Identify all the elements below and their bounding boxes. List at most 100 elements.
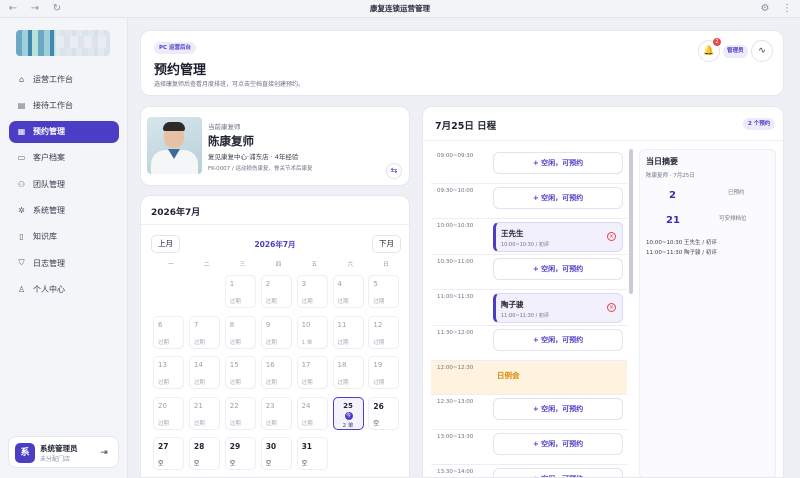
calendar-day[interactable]: 6 过期: [153, 315, 184, 349]
therapist-name: 陈康复师: [208, 134, 254, 148]
day-status: 过期: [265, 299, 277, 305]
sidebar-item-label: 知识库: [33, 232, 57, 242]
month-calendar: 2026年7月 上月 2026年7月 下月 一二三四五六日 1 过期 2 过期 3 过期 4…: [140, 195, 410, 478]
calendar-day[interactable]: 17 过期: [296, 356, 328, 389]
cancel-appointment-icon[interactable]: ×: [607, 303, 616, 312]
next-month-button[interactable]: 下月: [372, 235, 401, 253]
sidebar-item[interactable]: ▯ 知识库: [9, 226, 119, 248]
sidebar-item[interactable]: ⛉ 日志管理: [9, 252, 119, 274]
time-slot: 11:00~11:30 陶子骏 11:00~11:30 / 初评 ×: [431, 290, 627, 326]
calendar-day[interactable]: 16 过期: [260, 356, 292, 389]
day-status: 过期: [337, 339, 349, 346]
appointment-card[interactable]: 陶子骏 11:00~11:30 / 初评 ×: [493, 293, 623, 323]
therapist-photo: [147, 117, 202, 174]
calendar-day[interactable]: 18 过期: [332, 356, 364, 389]
calendar-day[interactable]: 9 过期: [260, 315, 292, 349]
slot-time: 11:00~11:30: [437, 294, 474, 300]
window-title: 康复连锁运营管理: [370, 4, 430, 13]
sidebar-item[interactable]: ▭ 客户档案: [9, 147, 119, 169]
calendar-day[interactable]: 13 过期: [153, 356, 184, 389]
calendar-day[interactable]: 8 过期: [224, 315, 256, 349]
day-number: 6: [158, 320, 163, 329]
book-slot-button[interactable]: + 空闲，可预约: [493, 152, 623, 174]
booked-label: 已预约: [728, 190, 745, 196]
sidebar-item[interactable]: ⌂ 运营工作台: [9, 68, 119, 90]
sidebar-item[interactable]: ✲ 系统管理: [9, 199, 119, 221]
appointment-card[interactable]: 王先生 10:00~10:30 / 初评 ×: [493, 222, 623, 252]
book-slot-button[interactable]: + 空闲，可预约: [493, 398, 623, 420]
role-badge[interactable]: 管理员: [723, 45, 748, 58]
calendar-day[interactable]: 5 过期: [368, 275, 400, 308]
book-slot-button[interactable]: + 空闲，可预约: [493, 258, 623, 280]
day-status: 过期: [158, 339, 170, 346]
settings-gear-icon[interactable]: ⚙: [758, 2, 772, 16]
calendar-day[interactable]: 12 过期: [368, 315, 400, 349]
logout-icon[interactable]: ⇥: [96, 445, 112, 461]
book-slot-button[interactable]: + 空闲，可预约: [493, 329, 623, 351]
calendar-day[interactable]: 2 过期: [260, 275, 292, 308]
schedule-title: 7月25日 日程: [435, 121, 497, 132]
slot-time: 12:30~13:00: [437, 399, 474, 405]
day-number: 9: [265, 320, 271, 329]
sidebar-item[interactable]: ▦ 预约管理: [9, 120, 119, 143]
user-name: 系统管理员: [40, 444, 78, 453]
more-menu-icon[interactable]: ⋮: [780, 2, 794, 16]
calendar-day[interactable]: 22 过期: [224, 396, 256, 430]
calendar-day[interactable]: 27 空: [153, 437, 184, 470]
calendar-day[interactable]: 26 空: [368, 396, 400, 430]
day-status: 过期: [265, 339, 277, 346]
calendar-day[interactable]: 20 过期: [153, 396, 184, 430]
calendar-day[interactable]: 31 空: [296, 437, 328, 470]
calendar-day[interactable]: 29 空: [224, 437, 256, 470]
calendar-day[interactable]: 30 空: [260, 437, 292, 470]
switch-therapist-icon[interactable]: ⇆: [386, 163, 402, 179]
day-status: 空: [265, 461, 272, 467]
appointment-client: 陶子骏: [501, 300, 524, 309]
calendar-day[interactable]: 23 过期: [260, 396, 292, 430]
calendar-day[interactable]: 4 过期: [332, 275, 364, 308]
time-slot: 09:30~10:00 + 空闲，可预约: [431, 184, 627, 219]
meeting-label: 日例会: [497, 371, 520, 380]
booked-count: 2: [669, 190, 676, 201]
book-slot-button[interactable]: + 空闲，可预约: [493, 433, 623, 455]
weekday-label: 一: [168, 262, 174, 268]
sidebar-item[interactable]: ♙ 个人中心: [9, 278, 119, 300]
calendar-day[interactable]: 19 过期: [368, 356, 400, 389]
calendar-day[interactable]: 10 1 单: [296, 315, 328, 349]
book-slot-button[interactable]: + 空闲，可预约: [493, 468, 623, 477]
calendar-day[interactable]: 3 过期: [296, 275, 328, 308]
day-number: 27: [158, 442, 169, 451]
calendar-day[interactable]: 7 过期: [188, 315, 220, 349]
calendar-day[interactable]: 21 过期: [188, 396, 220, 430]
slot-scrollbar[interactable]: [629, 149, 633, 294]
calendar-day[interactable]: 15 过期: [224, 356, 256, 389]
sidebar-item-label: 运营工作台: [33, 74, 73, 84]
activity-button[interactable]: ∿: [751, 40, 773, 62]
calendar-day[interactable]: 24 过期: [296, 396, 328, 430]
sidebar-item[interactable]: ⚇ 团队管理: [9, 173, 119, 195]
home-icon: ⌂: [18, 74, 25, 84]
therapist-label: 当前康复师: [208, 123, 241, 131]
cancel-appointment-icon[interactable]: ×: [607, 232, 616, 241]
calendar-day[interactable]: 25 今 2 单: [332, 396, 364, 430]
weekday-header: 一二三四五六日: [153, 260, 404, 268]
calendar-day[interactable]: 28 空: [188, 437, 220, 470]
day-status: 过期: [337, 380, 349, 386]
notification-button[interactable]: 🔔 2: [698, 38, 721, 62]
day-status: 空: [193, 461, 200, 467]
weekday-label: 三: [239, 262, 246, 268]
day-number: 26: [373, 401, 384, 411]
book-slot-button[interactable]: + 空闲，可预约: [493, 187, 623, 209]
sidebar-item[interactable]: ▤ 接待工作台: [9, 94, 119, 116]
calendar-day[interactable]: 14 过期: [188, 356, 220, 389]
appointment-count-badge: 2 个预约: [743, 118, 776, 130]
day-number: 13: [158, 361, 167, 369]
day-status: 空: [158, 461, 164, 467]
weekday-label: 六: [347, 262, 353, 268]
summary-title: 当日摘要: [646, 157, 678, 166]
calendar-day[interactable]: 11 过期: [332, 315, 364, 349]
calendar-day[interactable]: 1 过期: [224, 275, 256, 308]
page-subtitle: 选择康复师后查看月度排班，可点击空档直接创建预约。: [154, 81, 305, 88]
time-slot: 10:00~10:30 王先生 10:00~10:30 / 初评 ×: [431, 219, 627, 255]
slot-time: 13:30~14:00: [437, 469, 474, 475]
